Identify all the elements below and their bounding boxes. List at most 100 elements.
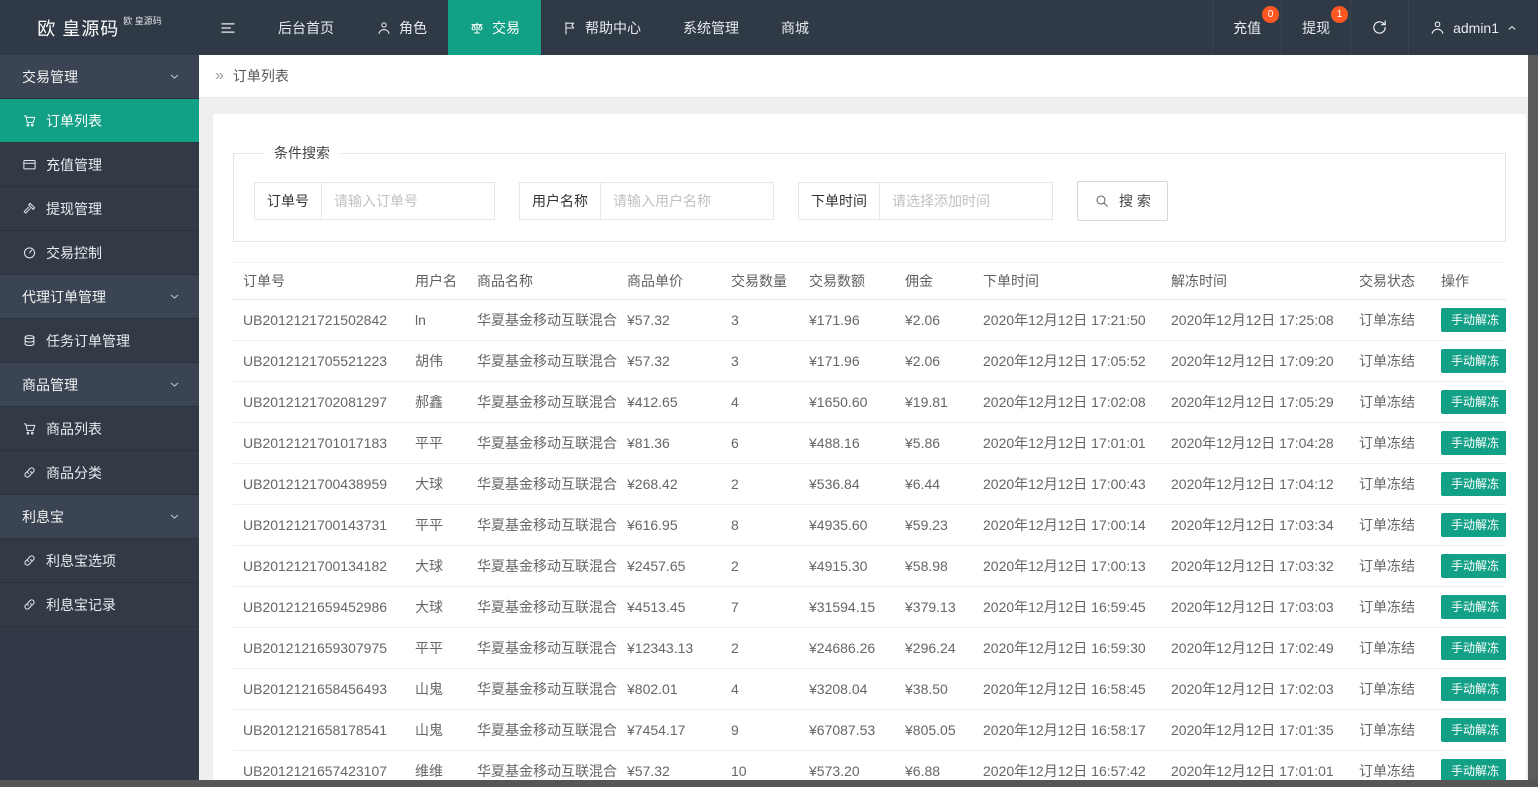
sidebar-item-label: 交易控制 <box>46 244 102 261</box>
chevron-down-icon <box>168 290 181 303</box>
cell-order-no: UB2012121659307975 <box>233 627 405 669</box>
sidebar-group-7[interactable]: 商品管理 <box>0 363 199 407</box>
sidebar-item-1[interactable]: 订单列表 <box>0 99 199 143</box>
cell-action: 手动解冻 <box>1431 586 1506 628</box>
sidebar-group-10[interactable]: 利息宝 <box>0 495 199 539</box>
cell-action: 手动解冻 <box>1431 627 1506 669</box>
breadcrumb-icon: » <box>215 67 224 84</box>
manual-unfreeze-button[interactable]: 手动解冻 <box>1441 308 1506 332</box>
cell-unit-price: ¥2457.65 <box>617 545 721 587</box>
user-menu[interactable]: admin1 <box>1408 0 1538 55</box>
cell-unit-price: ¥7454.17 <box>617 709 721 751</box>
search-button-label: 搜 索 <box>1119 193 1151 209</box>
manual-unfreeze-button[interactable]: 手动解冻 <box>1441 677 1506 701</box>
sidebar-item-9[interactable]: 商品分类 <box>0 451 199 495</box>
cell-commission: ¥296.24 <box>895 627 973 669</box>
cell-status: 订单冻结 <box>1349 668 1431 710</box>
cell-username: 大球 <box>405 463 467 505</box>
brand-logo[interactable]: 欧 皇源码 欧 皇源码 <box>0 0 199 55</box>
chevron-down-icon <box>168 378 181 391</box>
orders-table: 订单号 用户名 商品名称 商品单价 交易数量 交易数额 佣金 下单时间 解冻时间 交易状态 操作 U… <box>233 262 1506 787</box>
cell-action: 手动解冻 <box>1431 709 1506 751</box>
sidebar-item-4[interactable]: 交易控制 <box>0 231 199 275</box>
vertical-scrollbar[interactable] <box>1528 55 1538 787</box>
horizontal-scrollbar[interactable] <box>0 780 1538 787</box>
nav-item-4[interactable]: 系统管理 <box>662 0 760 55</box>
sidebar-group-5[interactable]: 代理订单管理 <box>0 275 199 319</box>
cell-username: 平平 <box>405 504 467 546</box>
sidebar-item-11[interactable]: 利息宝选项 <box>0 539 199 583</box>
cell-username: 郝鑫 <box>405 381 467 423</box>
search-panel: 条件搜索 订单号 用户名称 下单时间 <box>233 143 1506 242</box>
table-row: UB2012121701017183 平平 华夏基金移动互联混合 ¥81.36 6 ¥48… <box>233 422 1506 464</box>
cell-quantity: 9 <box>721 709 799 751</box>
cell-commission: ¥379.13 <box>895 586 973 628</box>
order-no-label: 订单号 <box>255 183 322 219</box>
refresh-button[interactable] <box>1350 0 1408 55</box>
recharge-button[interactable]: 充值 0 <box>1212 0 1281 55</box>
manual-unfreeze-button[interactable]: 手动解冻 <box>1441 718 1506 742</box>
nav-item-5[interactable]: 商城 <box>760 0 830 55</box>
cell-status: 订单冻结 <box>1349 340 1431 382</box>
cell-unfreeze-time: 2020年12月12日 17:05:29 <box>1161 381 1349 423</box>
nav-item-label: 后台首页 <box>278 19 334 36</box>
nav-item-label: 角色 <box>399 19 427 36</box>
cell-username: 胡伟 <box>405 340 467 382</box>
search-button[interactable]: 搜 索 <box>1077 181 1168 221</box>
manual-unfreeze-button[interactable]: 手动解冻 <box>1441 554 1506 578</box>
sidebar-item-label: 订单列表 <box>46 112 102 129</box>
cell-amount: ¥171.96 <box>799 340 895 382</box>
cell-amount: ¥4915.30 <box>799 545 895 587</box>
manual-unfreeze-button[interactable]: 手动解冻 <box>1441 513 1506 537</box>
cell-product-name: 华夏基金移动互联混合 <box>467 422 617 464</box>
gavel-icon <box>22 201 37 216</box>
sidebar-item-label: 利息宝选项 <box>46 552 116 569</box>
nav-item-3[interactable]: 帮助中心 <box>541 0 662 55</box>
sidebar-item-12[interactable]: 利息宝记录 <box>0 583 199 627</box>
manual-unfreeze-button[interactable]: 手动解冻 <box>1441 595 1506 619</box>
nav-item-1[interactable]: 角色 <box>355 0 448 55</box>
cell-unfreeze-time: 2020年12月12日 17:09:20 <box>1161 340 1349 382</box>
cell-unit-price: ¥57.32 <box>617 340 721 382</box>
user-icon <box>1429 19 1446 36</box>
username-label: 用户名称 <box>520 183 601 219</box>
content: » 订单列表 条件搜索 订单号 用户名称 下单时间 <box>199 55 1538 787</box>
topbar: 欧 皇源码 欧 皇源码 后台首页 角色 交易 帮助中心 系统管理 商城 充值 0 提现 1… <box>0 0 1538 55</box>
withdraw-button[interactable]: 提现 1 <box>1281 0 1350 55</box>
refresh-icon <box>1371 19 1388 36</box>
cell-status: 订单冻结 <box>1349 709 1431 751</box>
cell-status: 订单冻结 <box>1349 627 1431 669</box>
order-time-group: 下单时间 <box>798 182 1053 220</box>
cell-amount: ¥31594.15 <box>799 586 895 628</box>
manual-unfreeze-button[interactable]: 手动解冻 <box>1441 390 1506 414</box>
sidebar-item-3[interactable]: 提现管理 <box>0 187 199 231</box>
username-input[interactable] <box>601 183 773 219</box>
order-time-input[interactable] <box>880 183 1052 219</box>
sidebar-group-label: 交易管理 <box>22 68 78 85</box>
cell-amount: ¥488.16 <box>799 422 895 464</box>
chevron-down-icon <box>168 510 181 523</box>
cell-unit-price: ¥81.36 <box>617 422 721 464</box>
cell-commission: ¥5.86 <box>895 422 973 464</box>
sidebar-item-8[interactable]: 商品列表 <box>0 407 199 451</box>
cell-product-name: 华夏基金移动互联混合 <box>467 709 617 751</box>
sidebar-group-0[interactable]: 交易管理 <box>0 55 199 99</box>
sidebar-item-6[interactable]: 任务订单管理 <box>0 319 199 363</box>
manual-unfreeze-button[interactable]: 手动解冻 <box>1441 472 1506 496</box>
chevron-up-icon <box>1506 22 1518 34</box>
cell-username: 山鬼 <box>405 709 467 751</box>
nav-item-0[interactable]: 后台首页 <box>257 0 355 55</box>
manual-unfreeze-button[interactable]: 手动解冻 <box>1441 636 1506 660</box>
table-row: UB2012121702081297 郝鑫 华夏基金移动互联混合 ¥412.65 4 ¥1… <box>233 381 1506 423</box>
manual-unfreeze-button[interactable]: 手动解冻 <box>1441 349 1506 373</box>
flag-icon <box>562 20 578 36</box>
col-header-username: 用户名 <box>405 262 467 300</box>
cell-product-name: 华夏基金移动互联混合 <box>467 504 617 546</box>
nav-item-2[interactable]: 交易 <box>448 0 541 55</box>
menu-toggle[interactable] <box>199 0 257 55</box>
cell-username: 平平 <box>405 627 467 669</box>
manual-unfreeze-button[interactable]: 手动解冻 <box>1441 431 1506 455</box>
sidebar-item-2[interactable]: 充值管理 <box>0 143 199 187</box>
sidebar-group-label: 商品管理 <box>22 376 78 393</box>
order-no-input[interactable] <box>322 183 494 219</box>
